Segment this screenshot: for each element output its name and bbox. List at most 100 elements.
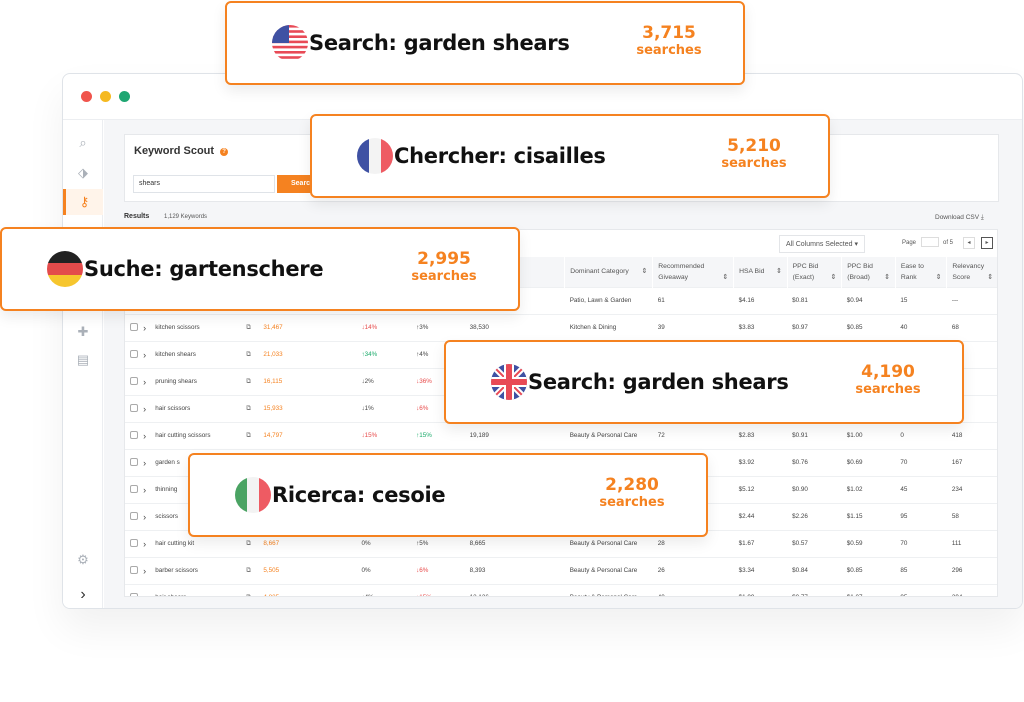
help-icon[interactable]: ? xyxy=(220,148,229,156)
column-header-label: Ease to Rank xyxy=(900,262,924,281)
cell-c: 38,530 xyxy=(464,313,565,341)
external-link-icon[interactable]: ⧉ xyxy=(246,351,251,358)
cell-ppce: $0.76 xyxy=(787,448,842,476)
search-card-it: Ricerca: cesoie 2,280 searches xyxy=(188,453,708,537)
key-icon[interactable]: ⚷ xyxy=(63,189,103,215)
external-link-icon[interactable]: ⧉ xyxy=(246,432,251,439)
next-page-button[interactable]: ▸ xyxy=(981,237,993,249)
download-csv-link[interactable]: Download CSV ⤓ xyxy=(935,214,984,222)
search-count: 4,190 xyxy=(861,362,915,382)
sort-icon[interactable]: ⇕ xyxy=(641,266,647,277)
search-card-us: Search: garden shears 3,715 searches xyxy=(225,1,745,85)
external-link-icon[interactable]: ⧉ xyxy=(246,405,251,412)
expand-chevron-icon[interactable]: › xyxy=(143,593,146,596)
page-input[interactable] xyxy=(921,237,939,247)
tag-icon[interactable]: ⬗ xyxy=(63,160,103,186)
column-header[interactable]: Dominant Category ⇕ xyxy=(564,257,654,287)
gear-icon[interactable]: ⚙ xyxy=(63,547,103,573)
sort-icon[interactable]: ⇕ xyxy=(776,266,782,277)
row-checkbox[interactable] xyxy=(130,592,138,596)
sort-icon[interactable]: ⇕ xyxy=(884,272,890,283)
maximize-dot[interactable] xyxy=(119,91,130,102)
table-row[interactable]: › hair cutting scissors ⧉ 14,797 ↓15% ↑15% 19,… xyxy=(125,421,997,449)
table-row[interactable]: › kitchen scissors ⧉ 31,467 ↓14% ↑3% 38,530 Kit… xyxy=(125,313,997,341)
column-header[interactable]: Recommended Giveaway ⇕ xyxy=(652,257,735,287)
cell-hsa: $4.16 xyxy=(733,286,788,314)
external-link-icon[interactable]: ⧉ xyxy=(246,594,251,596)
search-unit: searches xyxy=(855,382,921,397)
table-row[interactable]: › barber scissors ⧉ 5,505 0% ↓6% 8,393 Beauty &… xyxy=(125,556,997,584)
row-checkbox[interactable] xyxy=(130,430,138,439)
chevron-right-icon[interactable]: › xyxy=(63,582,103,608)
columns-select-label: All Columns Selected xyxy=(786,241,853,248)
column-header-label: PPC Bid (Exact) xyxy=(792,262,819,281)
expand-chevron-icon[interactable]: › xyxy=(143,539,146,549)
page-of: of 5 xyxy=(943,240,954,246)
expand-chevron-icon[interactable]: › xyxy=(143,458,146,468)
row-checkbox[interactable] xyxy=(130,349,138,358)
sort-icon[interactable]: ⇕ xyxy=(936,272,942,283)
row-checkbox[interactable] xyxy=(130,403,138,412)
row-checkbox[interactable] xyxy=(130,565,138,574)
cell-ppce: $0.91 xyxy=(787,421,842,449)
search-term: Chercher: cisailles xyxy=(394,144,606,168)
search-input[interactable]: shears xyxy=(133,175,275,193)
row-checkbox[interactable] xyxy=(130,457,138,466)
column-header-label: Recommended Giveaway xyxy=(658,262,705,281)
column-header[interactable]: PPC Bid (Broad) ⇕ xyxy=(841,257,896,287)
external-link-icon[interactable]: ⧉ xyxy=(246,567,251,574)
expand-chevron-icon[interactable]: › xyxy=(143,350,146,360)
cell-ppcb: $0.94 xyxy=(841,286,896,314)
cell-kw: pruning shears xyxy=(150,367,242,395)
column-header[interactable]: HSA Bid ⇕ xyxy=(733,257,788,287)
cell-rel: 58 xyxy=(946,502,997,530)
expand-chevron-icon[interactable]: › xyxy=(143,323,146,333)
store-icon[interactable]: ▤ xyxy=(63,347,103,373)
row-checkbox[interactable] xyxy=(130,511,138,520)
column-header[interactable]: Ease to Rank ⇕ xyxy=(895,257,948,287)
cell-hsa: $1.99 xyxy=(733,583,788,596)
expand-chevron-icon[interactable]: › xyxy=(143,404,146,414)
external-link-icon[interactable]: ⧉ xyxy=(246,324,251,331)
plus-icon[interactable]: ✚ xyxy=(63,319,103,345)
cell-c: 19,189 xyxy=(464,421,565,449)
cell-ppcb: $0.85 xyxy=(841,556,896,584)
search-count: 2,280 xyxy=(605,475,659,495)
search-icon[interactable]: ⌕ xyxy=(63,130,103,156)
search-unit: searches xyxy=(599,495,665,510)
cell-t1: ↓2% xyxy=(356,367,412,395)
expand-chevron-icon[interactable]: › xyxy=(143,431,146,441)
external-link-icon[interactable]: ⧉ xyxy=(246,540,251,547)
sort-icon[interactable]: ⇕ xyxy=(987,272,993,283)
row-checkbox[interactable] xyxy=(130,538,138,547)
cell-vol: 15,933 xyxy=(258,394,357,422)
column-header[interactable]: Relevancy Score ⇕ xyxy=(946,257,997,287)
page-title: Keyword Scout xyxy=(134,145,215,157)
row-checkbox[interactable] xyxy=(130,376,138,385)
search-term: Suche: gartenschere xyxy=(84,257,324,281)
cell-hsa: $3.92 xyxy=(733,448,788,476)
expand-chevron-icon[interactable]: › xyxy=(143,512,146,522)
cell-hsa: $3.34 xyxy=(733,556,788,584)
minimize-dot[interactable] xyxy=(100,91,111,102)
prev-page-button[interactable]: ◂ xyxy=(963,237,975,249)
sort-icon[interactable]: ⇕ xyxy=(831,272,837,283)
expand-chevron-icon[interactable]: › xyxy=(143,485,146,495)
column-header[interactable]: PPC Bid (Exact) ⇕ xyxy=(787,257,843,287)
cell-hsa: $5.12 xyxy=(733,475,788,503)
cell-t1: ↓4% xyxy=(356,583,412,596)
sort-icon[interactable]: ⇕ xyxy=(722,272,728,283)
cell-ease: 70 xyxy=(895,529,947,557)
results-count: 1,129 Keywords xyxy=(164,214,208,220)
cell-give: 72 xyxy=(652,421,734,449)
close-dot[interactable] xyxy=(81,91,92,102)
cell-vol: 31,467 xyxy=(258,313,357,341)
row-checkbox[interactable] xyxy=(130,322,138,331)
expand-chevron-icon[interactable]: › xyxy=(143,566,146,576)
table-row[interactable]: › hair shears ⧉ 4,835↓4%↓15%13,136Beauty & … xyxy=(125,583,997,596)
columns-select[interactable]: All Columns Selected ▾ xyxy=(779,235,865,253)
expand-chevron-icon[interactable]: › xyxy=(143,377,146,387)
cell-give: 40 xyxy=(652,583,734,596)
external-link-icon[interactable]: ⧉ xyxy=(246,378,251,385)
row-checkbox[interactable] xyxy=(130,484,138,493)
